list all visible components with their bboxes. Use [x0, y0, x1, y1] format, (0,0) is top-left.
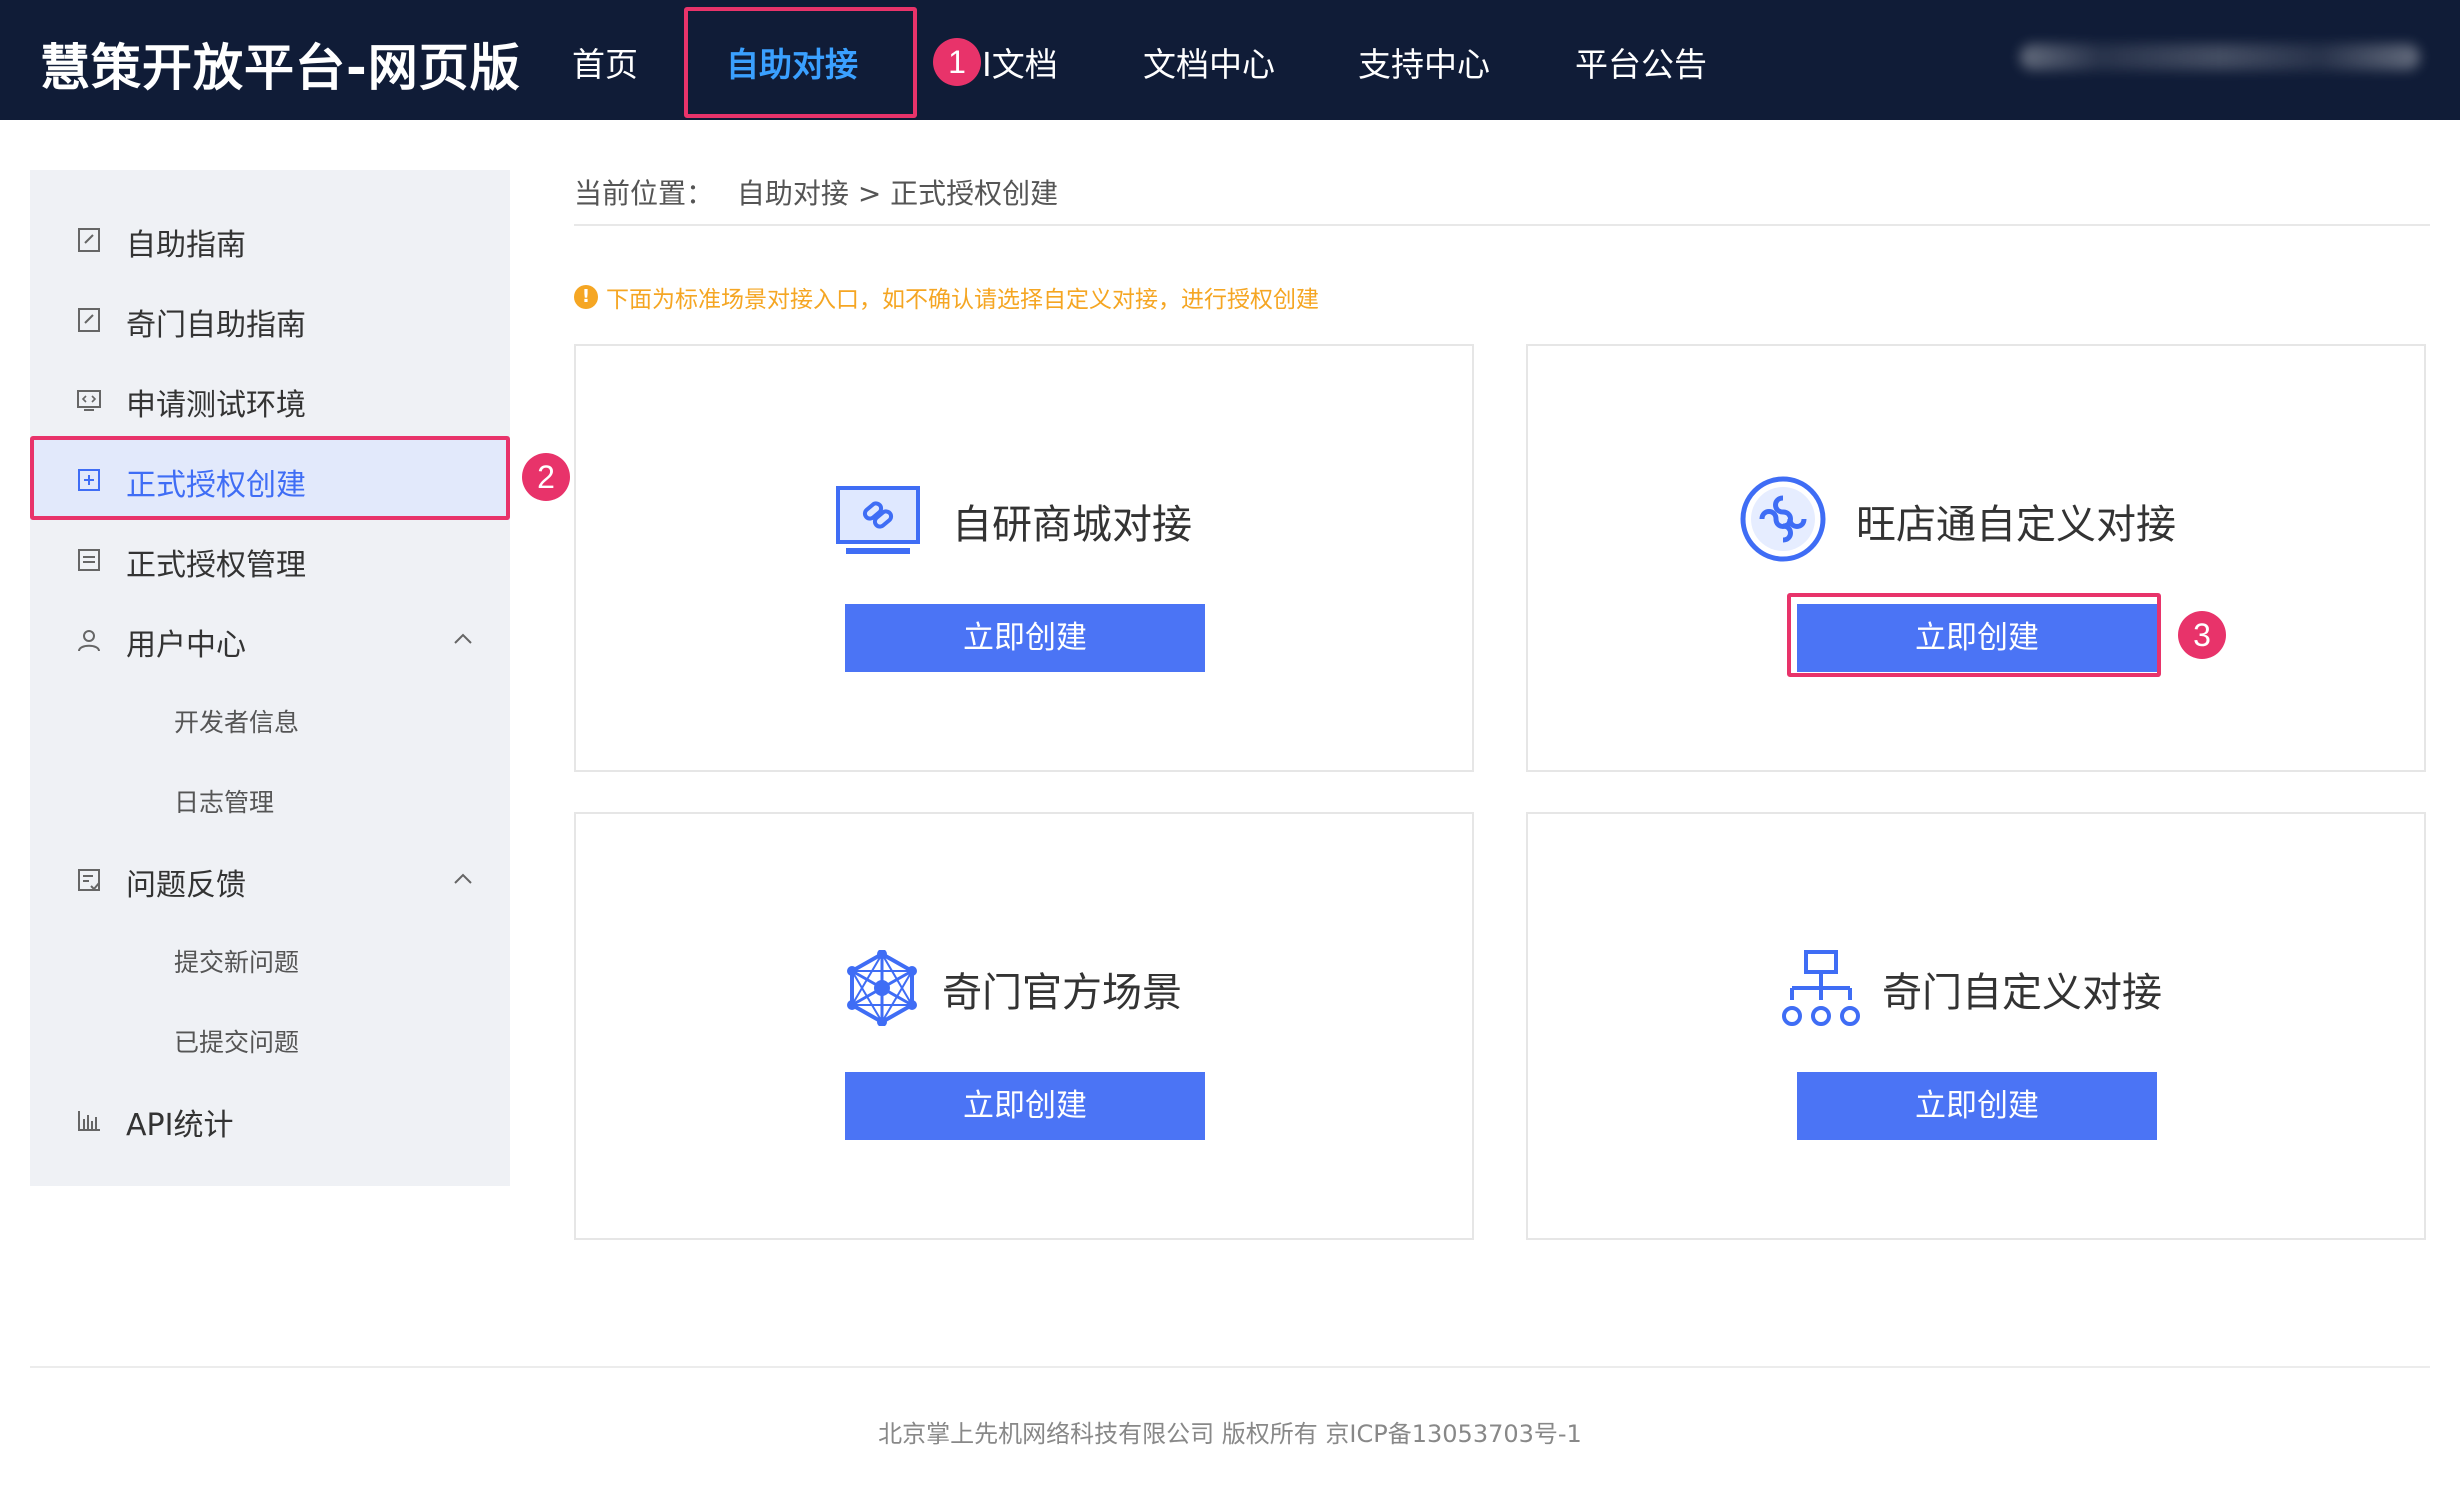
sidebar-item-label: 用户中心	[126, 628, 246, 663]
chevron-up-icon[interactable]	[450, 626, 476, 652]
divider	[574, 224, 2430, 226]
sidebar-item-api-stats[interactable]: API统计	[30, 1080, 510, 1160]
nav-support-center[interactable]: 支持中心	[1358, 38, 1490, 86]
create-now-button[interactable]: 立即创建	[845, 604, 1205, 672]
sidebar-item-guide[interactable]: 自助指南	[30, 200, 510, 280]
breadcrumb: 当前位置： 自助对接 > 正式授权创建	[574, 172, 1058, 212]
card-title: 奇门官方场景	[942, 970, 1182, 1016]
sidebar-item-label: 奇门自助指南	[126, 308, 306, 343]
nav-docs-i[interactable]: I文档	[982, 38, 1058, 86]
sidebar-item-user-center[interactable]: 用户中心	[30, 600, 510, 680]
sidebar-item-submit-issue[interactable]: 提交新问题	[30, 920, 510, 1000]
sidebar-item-qimen-guide[interactable]: 奇门自助指南	[30, 280, 510, 360]
sidebar: 自助指南 奇门自助指南 申请测试环境 正式授权创建 正式授权管理 用户中心 开发…	[30, 170, 510, 1186]
card-wdt-custom: 旺店通自定义对接 立即创建	[1526, 344, 2426, 772]
footer-copyright: 北京掌上先机网络科技有限公司 版权所有 京ICP备13053703号-1	[878, 1420, 1582, 1448]
sidebar-item-label: API统计	[126, 1108, 234, 1143]
card-title: 自研商城对接	[952, 502, 1192, 548]
link-monitor-icon	[836, 486, 920, 554]
nav-home[interactable]: 首页	[572, 38, 638, 86]
sidebar-item-test-env[interactable]: 申请测试环境	[30, 360, 510, 440]
sidebar-item-label: 问题反馈	[126, 868, 246, 903]
highlight-box-nav	[684, 7, 917, 118]
step-badge-2: 2	[522, 453, 570, 501]
divider	[30, 1366, 2430, 1368]
highlight-box-sidebar	[30, 436, 510, 520]
breadcrumb-path[interactable]: 自助对接 > 正式授权创建	[737, 177, 1058, 210]
list-doc-icon	[78, 549, 100, 571]
network-hexagon-icon	[847, 950, 917, 1026]
highlight-box-button	[1787, 593, 2161, 677]
edit-doc-icon	[78, 308, 100, 332]
wdt-logo-icon	[1740, 476, 1826, 562]
sidebar-item-label: 已提交问题	[174, 1028, 300, 1057]
sidebar-item-auth-manage[interactable]: 正式授权管理	[30, 520, 510, 600]
sidebar-item-feedback[interactable]: 问题反馈	[30, 840, 510, 920]
user-icon	[78, 630, 100, 652]
notice-text: 下面为标准场景对接入口，如不确认请选择自定义对接，进行授权创建	[606, 287, 1319, 313]
card-qimen-official: 奇门官方场景 立即创建	[574, 812, 1474, 1240]
sidebar-item-developer-info[interactable]: 开发者信息	[30, 680, 510, 760]
sidebar-item-submitted-issues[interactable]: 已提交问题	[30, 1000, 510, 1080]
edit-doc-icon	[78, 228, 100, 252]
sidebar-item-log-manage[interactable]: 日志管理	[30, 760, 510, 840]
notice-banner: ! 下面为标准场景对接入口，如不确认请选择自定义对接，进行授权创建	[574, 280, 1319, 314]
step-badge-1: 1	[933, 38, 981, 86]
avatar	[2020, 44, 2420, 70]
card-self-mall: 自研商城对接 立即创建	[574, 344, 1474, 772]
code-screen-icon	[77, 390, 101, 411]
user-account-area[interactable]	[2020, 34, 2420, 86]
top-header: 慧策开放平台-网页版 首页 自助对接 I文档 文档中心 支持中心 平台公告	[0, 0, 2460, 120]
step-badge-3: 3	[2178, 611, 2226, 659]
warning-icon: !	[574, 285, 598, 309]
create-now-button[interactable]: 立即创建	[1797, 1072, 2157, 1140]
nav-announcements[interactable]: 平台公告	[1575, 38, 1707, 86]
nav-doc-center[interactable]: 文档中心	[1143, 38, 1275, 86]
sidebar-item-label: 申请测试环境	[126, 388, 306, 423]
org-chart-icon	[1782, 950, 1860, 1026]
card-qimen-custom: 奇门自定义对接 立即创建	[1526, 812, 2426, 1240]
bar-chart-icon	[78, 1111, 100, 1131]
sidebar-item-label: 正式授权管理	[126, 548, 306, 583]
create-now-button[interactable]: 立即创建	[845, 1072, 1205, 1140]
chevron-up-icon[interactable]	[450, 866, 476, 892]
sidebar-item-label: 自助指南	[126, 228, 246, 263]
sidebar-item-label: 提交新问题	[174, 948, 300, 977]
card-title: 奇门自定义对接	[1882, 970, 2162, 1016]
feedback-icon	[78, 869, 100, 891]
breadcrumb-prefix: 当前位置：	[574, 177, 715, 210]
brand-title: 慧策开放平台-网页版	[40, 39, 521, 97]
card-title: 旺店通自定义对接	[1856, 502, 2176, 548]
sidebar-item-label: 日志管理	[174, 788, 275, 817]
sidebar-item-label: 开发者信息	[174, 708, 300, 737]
